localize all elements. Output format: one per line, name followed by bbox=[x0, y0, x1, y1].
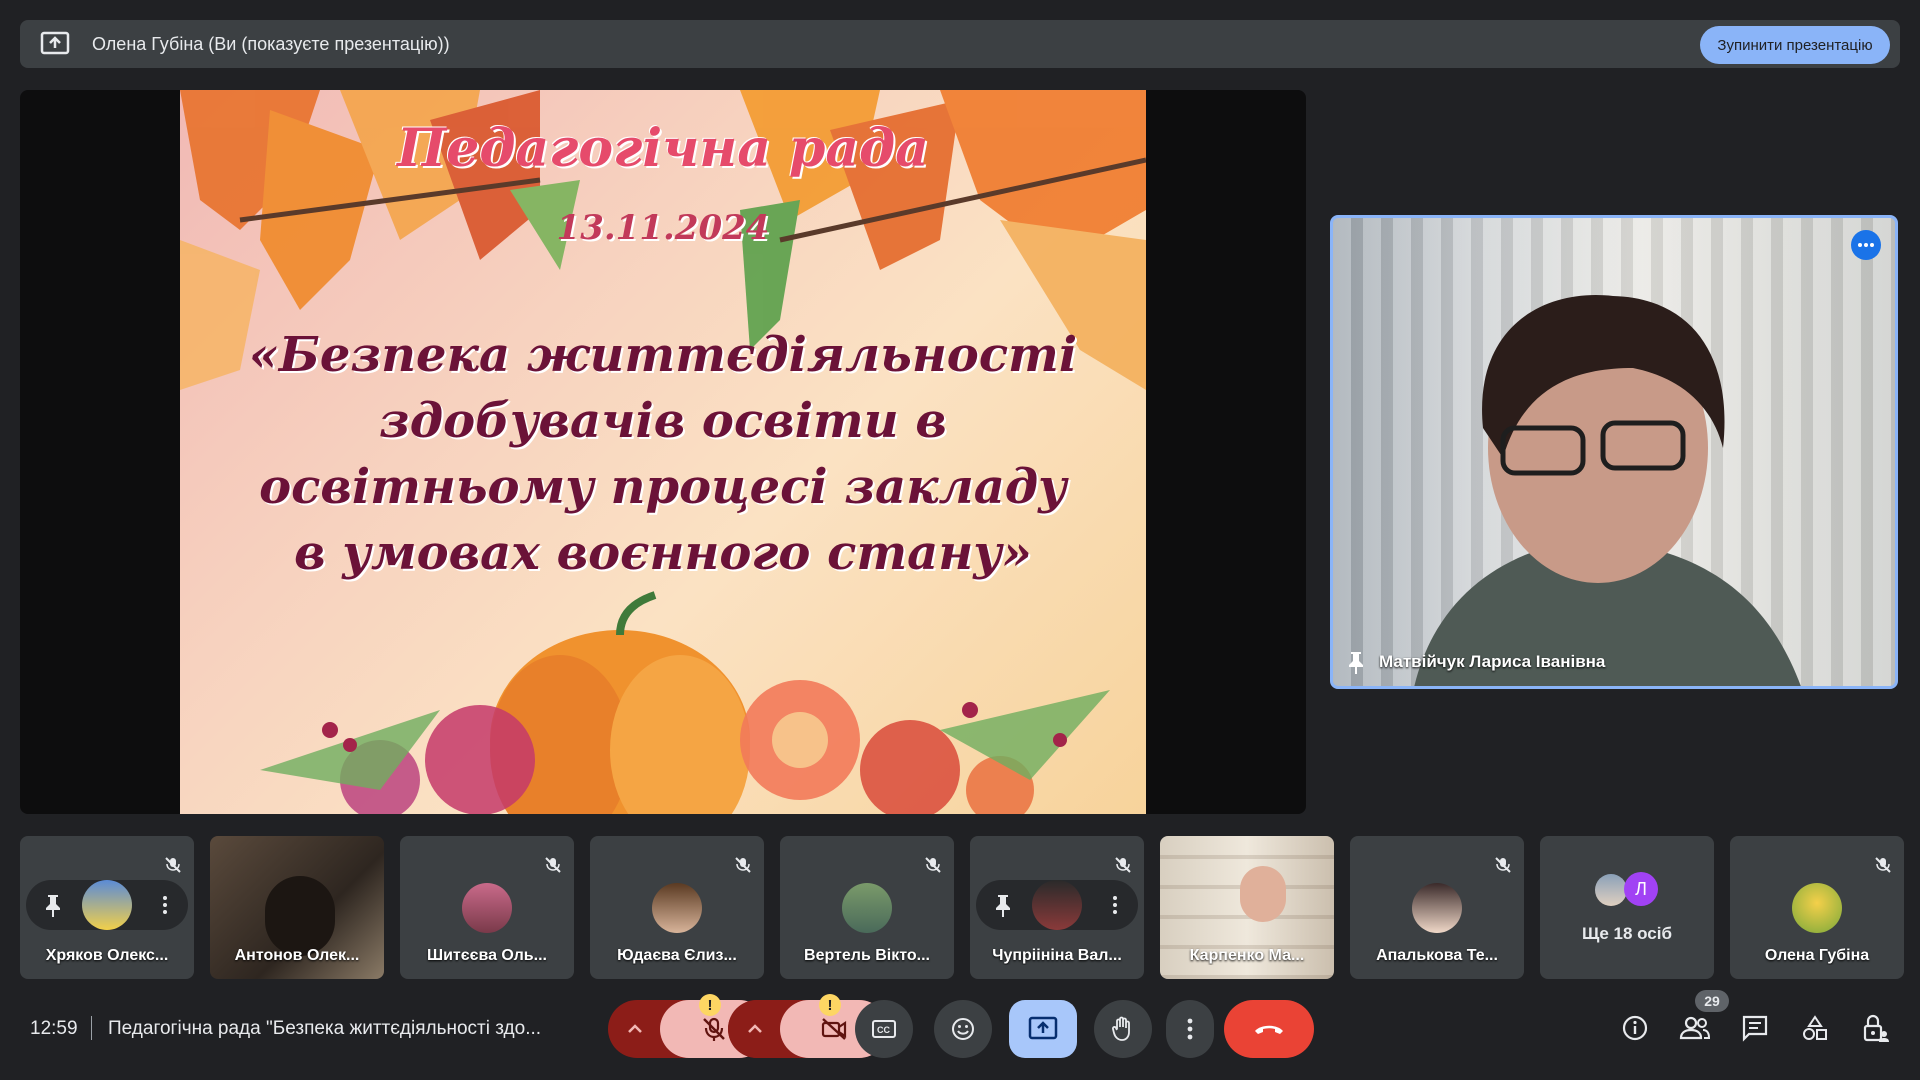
stop-presenting-button[interactable]: Зупинити презентацію bbox=[1700, 26, 1890, 64]
avatar bbox=[842, 882, 892, 933]
tile-hover-controls bbox=[976, 880, 1138, 930]
participant-video bbox=[265, 876, 335, 956]
participant-tile[interactable]: Апалькова Те... bbox=[1350, 836, 1524, 979]
more-horizontal-icon bbox=[1858, 243, 1874, 247]
speaker-name-row: Матвійчук Лариса Іванівна bbox=[1347, 650, 1605, 674]
more-options-button[interactable] bbox=[1166, 1000, 1214, 1058]
speaker-name: Матвійчук Лариса Іванівна bbox=[1379, 652, 1606, 671]
slide-date: 13.11.2024 bbox=[556, 208, 770, 248]
chat-icon bbox=[1742, 1015, 1768, 1042]
participant-name: Олена Губіна bbox=[1764, 947, 1870, 964]
video-options-button[interactable] bbox=[728, 1000, 782, 1058]
camera-warning-icon: ! bbox=[819, 994, 841, 1016]
end-call-icon bbox=[1255, 1025, 1283, 1034]
speaker-more-options-button[interactable] bbox=[1851, 230, 1881, 260]
audio-options-button[interactable] bbox=[608, 1000, 662, 1058]
clock: 12:59 bbox=[30, 1018, 78, 1039]
pin-icon[interactable] bbox=[994, 893, 1012, 917]
mic-off-icon bbox=[165, 857, 181, 873]
mic-off-icon bbox=[545, 857, 561, 873]
more-participants-tile[interactable]: Л Ще 18 осіб bbox=[1540, 836, 1714, 979]
hand-icon bbox=[1112, 1016, 1130, 1041]
shapes-icon bbox=[1803, 1015, 1827, 1040]
more-vertical-icon[interactable] bbox=[162, 895, 168, 915]
mic-off-icon bbox=[1495, 857, 1511, 873]
pin-icon bbox=[1349, 652, 1363, 674]
present-screen-icon bbox=[1028, 1016, 1058, 1040]
mic-off-icon bbox=[925, 857, 941, 873]
participant-name: Апалькова Те... bbox=[1376, 947, 1498, 964]
pin-icon[interactable] bbox=[44, 893, 62, 917]
participant-name: Карпенко Ма... bbox=[1189, 947, 1305, 964]
more-participants-label: Ще 18 осіб bbox=[1582, 924, 1672, 943]
avatar: Л bbox=[1624, 872, 1658, 906]
avatar bbox=[652, 882, 702, 933]
reactions-button[interactable] bbox=[934, 1000, 992, 1058]
presentation-stage: Педагогічна рада 13.11.2024 «Безпека жит… bbox=[20, 90, 1306, 814]
avatar bbox=[1595, 874, 1627, 906]
people-icon bbox=[1679, 1016, 1711, 1040]
slide-title: Педагогічна рада bbox=[397, 118, 929, 179]
meeting-details-button[interactable] bbox=[1617, 1010, 1653, 1046]
participant-name: Юдаєва Єлиз... bbox=[617, 947, 737, 964]
mic-off-icon bbox=[1875, 857, 1891, 873]
raise-hand-button[interactable] bbox=[1094, 1000, 1152, 1058]
avatar bbox=[1792, 882, 1842, 933]
more-vertical-icon[interactable] bbox=[1112, 895, 1118, 915]
mic-off-icon bbox=[1115, 857, 1131, 873]
mic-off-icon bbox=[735, 857, 751, 873]
participant-name: Шитєєва Оль... bbox=[427, 947, 547, 964]
participant-tile[interactable]: Вертель Вікто... bbox=[780, 836, 954, 979]
captions-icon: CC bbox=[872, 1020, 896, 1038]
participant-tile[interactable]: Хряков Олекс... bbox=[20, 836, 194, 979]
avatar bbox=[462, 882, 512, 933]
chevron-up-icon bbox=[628, 1024, 642, 1033]
presenting-label: Олена Губіна (Ви (показуєте презентацію)… bbox=[92, 33, 450, 54]
participant-video-face bbox=[1240, 866, 1286, 922]
captions-button[interactable]: CC bbox=[855, 1000, 913, 1058]
chevron-up-icon bbox=[748, 1024, 762, 1033]
present-now-button[interactable] bbox=[1009, 1000, 1077, 1058]
people-button[interactable] bbox=[1677, 1010, 1713, 1046]
avatar bbox=[1412, 882, 1462, 933]
participant-tile[interactable]: Карпенко Ма... bbox=[1160, 836, 1334, 979]
svg-text:CC: CC bbox=[877, 1025, 890, 1035]
speaker-video-icon bbox=[1414, 295, 1801, 686]
activities-button[interactable] bbox=[1797, 1010, 1833, 1046]
participant-tile[interactable]: Шитєєва Оль... bbox=[400, 836, 574, 979]
mic-off-icon bbox=[703, 1017, 725, 1041]
participant-tile[interactable]: Чупріініна Вал... bbox=[970, 836, 1144, 979]
mic-warning-icon: ! bbox=[699, 994, 721, 1016]
info-icon bbox=[1622, 1015, 1648, 1041]
present-screen-icon bbox=[40, 31, 70, 55]
emoji-icon bbox=[952, 1018, 974, 1040]
tile-hover-controls bbox=[26, 880, 188, 930]
participant-name: Антонов Олек... bbox=[234, 947, 360, 964]
meeting-title: Педагогічна рада "Безпека життєдіяльност… bbox=[108, 1018, 542, 1039]
participant-name: Вертель Вікто... bbox=[804, 947, 930, 964]
participants-count-badge: 29 bbox=[1695, 990, 1729, 1012]
participant-name: Чупріініна Вал... bbox=[992, 947, 1122, 964]
divider bbox=[91, 1016, 92, 1040]
avatar bbox=[82, 880, 132, 930]
participant-tile[interactable]: Юдаєва Єлиз... bbox=[590, 836, 764, 979]
lock-person-icon bbox=[1863, 1014, 1889, 1042]
slide-subtitle: «Безпека життєдіяльності здобувачів осві… bbox=[248, 327, 1078, 581]
self-tile[interactable]: Олена Губіна bbox=[1730, 836, 1904, 979]
host-controls-button[interactable] bbox=[1857, 1010, 1893, 1046]
chat-button[interactable] bbox=[1737, 1010, 1773, 1046]
participant-tile[interactable]: Антонов Олек... bbox=[210, 836, 384, 979]
avatar bbox=[1032, 880, 1082, 930]
pinned-speaker-tile[interactable]: Матвійчук Лариса Іванівна bbox=[1330, 215, 1898, 689]
presentation-slide: Педагогічна рада 13.11.2024 «Безпека жит… bbox=[180, 90, 1146, 814]
more-vertical-icon bbox=[1187, 1018, 1193, 1040]
presenting-bar: Олена Губіна (Ви (показуєте презентацію)… bbox=[20, 20, 1900, 68]
camera-off-icon bbox=[821, 1018, 847, 1040]
leave-call-button[interactable] bbox=[1224, 1000, 1314, 1058]
participant-name: Хряков Олекс... bbox=[45, 947, 169, 964]
